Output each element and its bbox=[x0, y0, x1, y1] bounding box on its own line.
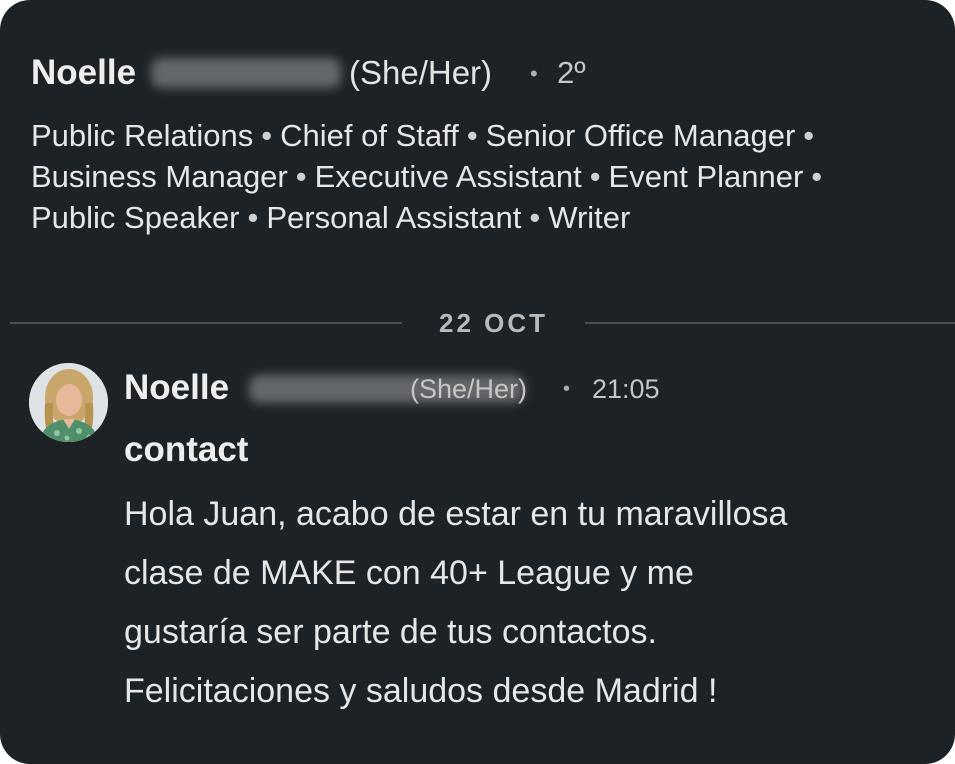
separator-dot: • bbox=[530, 61, 538, 86]
headline-line: Public Relations • Chief of Staff • Senior O… bbox=[31, 115, 951, 156]
message-header: Noelle (She/Her) • 21:05 bbox=[124, 367, 935, 409]
sender-name[interactable]: Noelle bbox=[124, 367, 229, 409]
headline-item: Executive Assistant bbox=[314, 159, 582, 194]
message-body[interactable]: Hola Juan, acabo de estar en tu maravill… bbox=[124, 485, 944, 721]
avatar-photo bbox=[29, 363, 108, 442]
message-line: gustaría ser parte de tus contactos. bbox=[124, 613, 657, 651]
message-line: Felicitaciones y saludos desde Madrid ! bbox=[124, 672, 718, 710]
headline-separator: • bbox=[589, 159, 601, 194]
headline-item: Business Manager bbox=[31, 159, 288, 194]
separator-dot: • bbox=[563, 378, 571, 400]
headline-item: Writer bbox=[548, 200, 631, 235]
profile-header: Noelle (She/Her) • 2º bbox=[31, 52, 935, 94]
connection-degree: 2º bbox=[557, 55, 586, 90]
headline-item: Personal Assistant bbox=[266, 200, 522, 235]
headline-line: Public Speaker • Personal Assistant • Writer bbox=[31, 197, 951, 238]
date-label: 22 OCT bbox=[438, 308, 549, 338]
headline-separator: • bbox=[811, 159, 823, 194]
headline-separator: • bbox=[466, 118, 478, 153]
conversation-panel: Noelle (She/Her) • 2º Public Relations • C… bbox=[0, 0, 955, 764]
message-line: clase de MAKE con 40+ League y me bbox=[124, 554, 694, 592]
profile-name[interactable]: Noelle bbox=[31, 52, 136, 94]
headline-item: Event Planner bbox=[608, 159, 804, 194]
profile-pronouns: (She/Her) bbox=[349, 54, 493, 91]
profile-headline: Public Relations • Chief of Staff • Senior O… bbox=[31, 115, 951, 238]
message-line: Hola Juan, acabo de estar en tu maravill… bbox=[124, 495, 788, 533]
headline-separator: • bbox=[247, 200, 259, 235]
sender-pronouns: (She/Her) bbox=[410, 374, 528, 404]
headline-separator: • bbox=[529, 200, 541, 235]
headline-line: Business Manager • Executive Assistant • Eve… bbox=[31, 156, 951, 197]
headline-item: Public Relations bbox=[31, 118, 254, 153]
message-timestamp: 21:05 bbox=[592, 374, 660, 404]
headline-item: Public Speaker bbox=[31, 200, 240, 235]
headline-separator: • bbox=[295, 159, 307, 194]
message-subject: contact bbox=[124, 430, 249, 469]
avatar[interactable] bbox=[29, 363, 108, 442]
divider-line-right bbox=[585, 322, 955, 324]
divider-line-left bbox=[10, 322, 402, 324]
headline-item: Senior Office Manager bbox=[485, 118, 796, 153]
headline-separator: • bbox=[803, 118, 815, 153]
headline-separator: • bbox=[261, 118, 273, 153]
redacted-surname bbox=[151, 58, 341, 88]
headline-item: Chief of Staff bbox=[280, 118, 459, 153]
date-divider: 22 OCT bbox=[10, 305, 955, 341]
